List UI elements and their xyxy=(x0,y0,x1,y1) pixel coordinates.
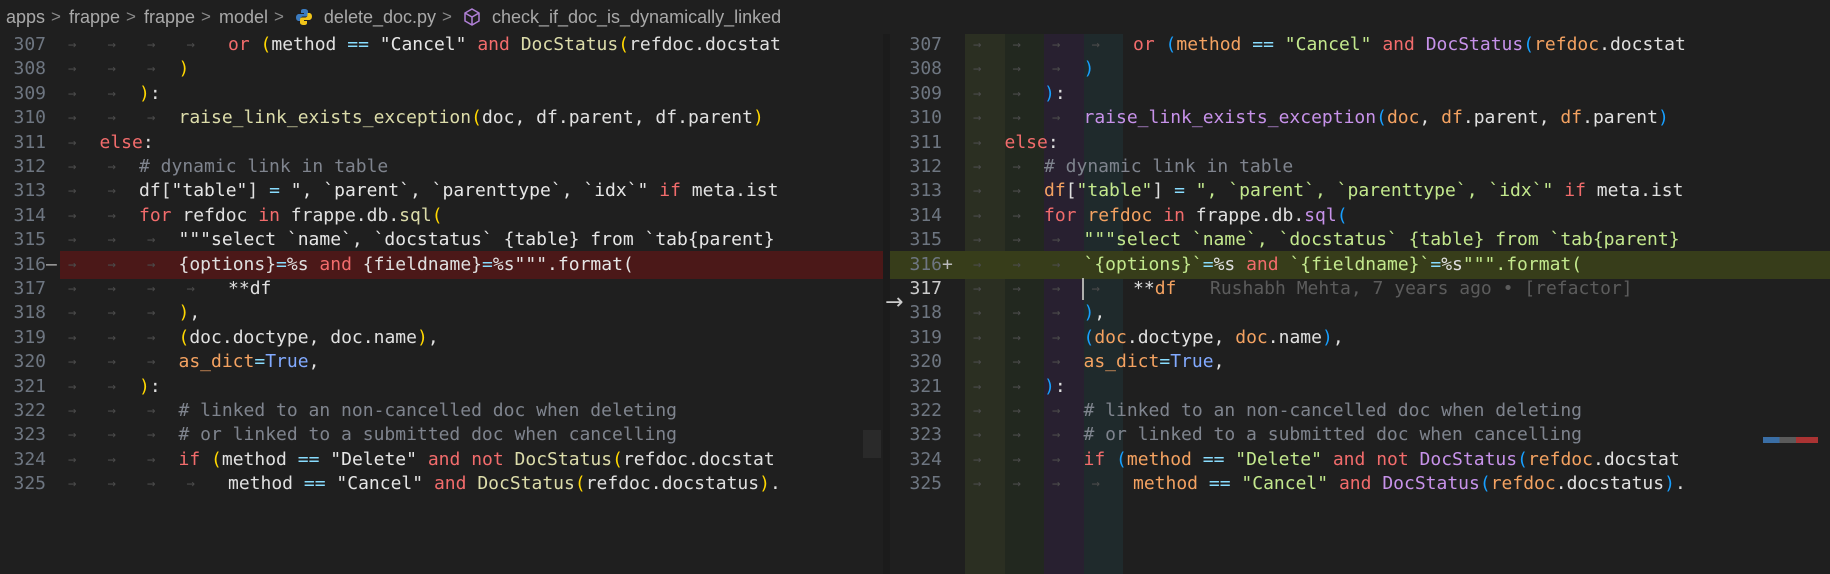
whitespace-arrow-icon: → xyxy=(1052,476,1061,493)
whitespace-arrow-icon: → xyxy=(1091,476,1100,493)
diff-modified-pane[interactable]: 307 → → → → or (method == "Cancel" and DocSta… xyxy=(890,34,1830,574)
whitespace-arrow-icon: → xyxy=(107,476,116,493)
breadcrumb-item-frappe-2[interactable]: frappe xyxy=(144,7,195,28)
breadcrumb-item-model[interactable]: model xyxy=(219,7,268,28)
minimap-change-marker[interactable] xyxy=(1763,437,1818,443)
text-cursor xyxy=(1081,278,1084,300)
scrollbar-thumb[interactable] xyxy=(863,430,881,458)
code-line[interactable]: 325 → → → → method == "Cancel" and DocStatus(… xyxy=(890,470,1830,499)
whitespace-arrow-icon: → xyxy=(147,476,156,493)
code-line[interactable]: 325 → → → → method == "Cancel" and DocStatus(… xyxy=(0,470,883,499)
chevron-right-icon: > xyxy=(442,7,452,26)
python-file-icon xyxy=(294,7,314,27)
chevron-right-icon: > xyxy=(201,7,211,26)
whitespace-arrow-icon: → xyxy=(973,476,982,493)
breadcrumb-item-function[interactable]: check_if_doc_is_dynamically_linked xyxy=(492,7,781,28)
breadcrumb-item-apps[interactable]: apps xyxy=(6,7,45,28)
whitespace-arrow-icon: → xyxy=(68,476,77,493)
breadcrumb-item-file[interactable]: delete_doc.py xyxy=(324,7,436,28)
method-cube-icon xyxy=(462,7,482,27)
diff-original-pane[interactable]: 307 → → → → or (method == "Cancel" and DocSta… xyxy=(0,34,883,574)
code-text: method == "Cancel" and DocStatus(refdoc.… xyxy=(228,473,781,495)
whitespace-arrow-icon: → xyxy=(1012,476,1021,493)
code-text: method == "Cancel" and DocStatus(refdoc.… xyxy=(1133,473,1686,495)
revert-arrow-icon[interactable]: → xyxy=(885,290,903,315)
breadcrumb-item-frappe-1[interactable]: frappe xyxy=(69,7,120,28)
breadcrumb: apps > frappe > frappe > model > delete_… xyxy=(0,0,1830,34)
whitespace-arrow-icon: → xyxy=(186,476,195,493)
chevron-right-icon: > xyxy=(126,7,136,26)
line-number: 325 xyxy=(909,473,942,495)
line-number: 325 xyxy=(13,473,46,495)
chevron-right-icon: > xyxy=(51,7,61,26)
chevron-right-icon: > xyxy=(273,7,284,26)
